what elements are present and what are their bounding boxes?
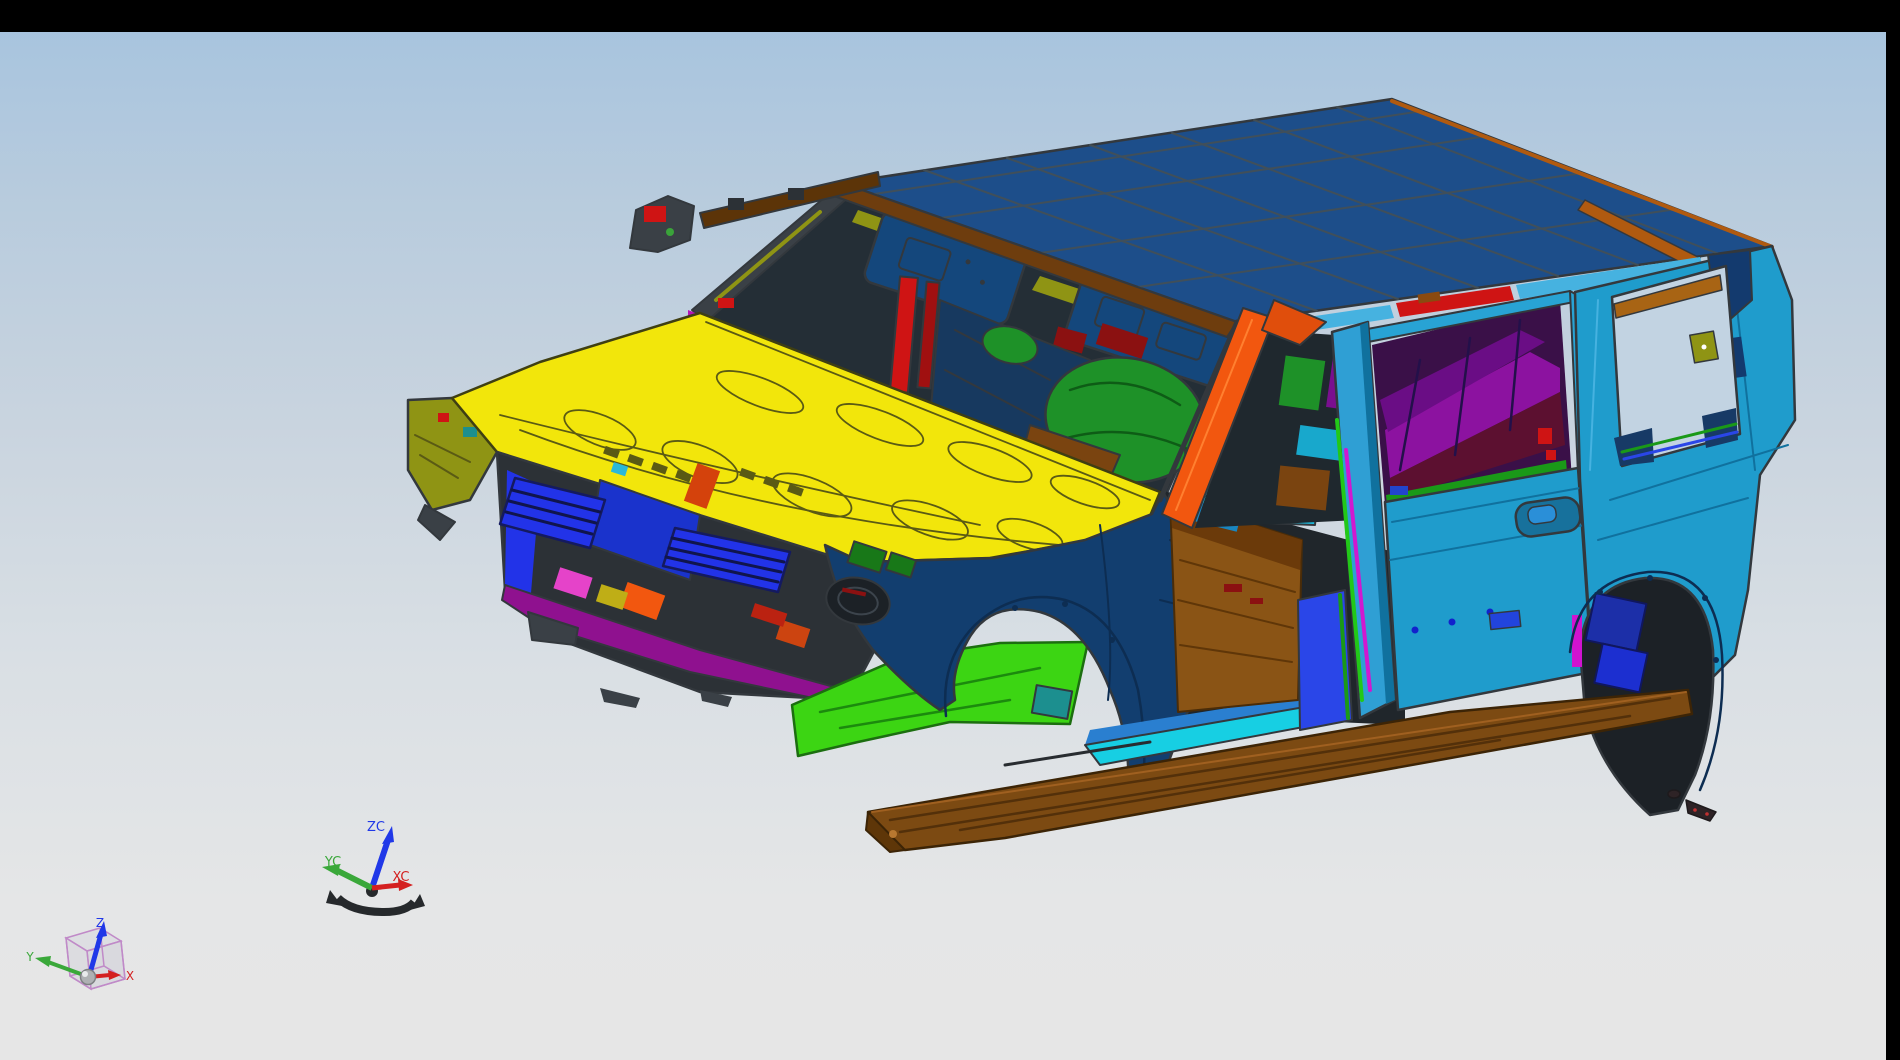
datum-origin-sphere[interactable] (81, 970, 96, 985)
wcs-z-axis[interactable]: ZC (367, 820, 394, 888)
rear-door[interactable] (1362, 291, 1596, 710)
datum-y-label: Y (25, 950, 34, 964)
wcs-triad[interactable]: ZC YC XC (322, 820, 425, 912)
wcs-x-label: XC (392, 870, 409, 885)
wcs-y-axis[interactable]: YC (322, 855, 372, 888)
sill-inner-blue[interactable] (1298, 590, 1352, 730)
rear-wheelhouse (1586, 593, 1647, 651)
wcs-z-label: ZC (367, 820, 385, 835)
top-black-bar (0, 0, 1900, 32)
right-black-bar (1886, 0, 1900, 1060)
quarter-window-bracket (1690, 331, 1718, 363)
datum-z-label: Z (96, 916, 104, 930)
cad-3d-viewport[interactable]: ZC YC XC Z Y (0, 0, 1900, 1060)
datum-csys[interactable]: Z Y X (25, 916, 134, 989)
car-body-model[interactable] (408, 99, 1795, 852)
model-scene: ZC YC XC Z Y (0, 0, 1900, 1060)
wcs-y-label: YC (324, 855, 341, 870)
quarter-window[interactable] (1612, 266, 1740, 466)
datum-x-label: X (126, 969, 134, 983)
mirror-bracket[interactable] (630, 196, 694, 252)
